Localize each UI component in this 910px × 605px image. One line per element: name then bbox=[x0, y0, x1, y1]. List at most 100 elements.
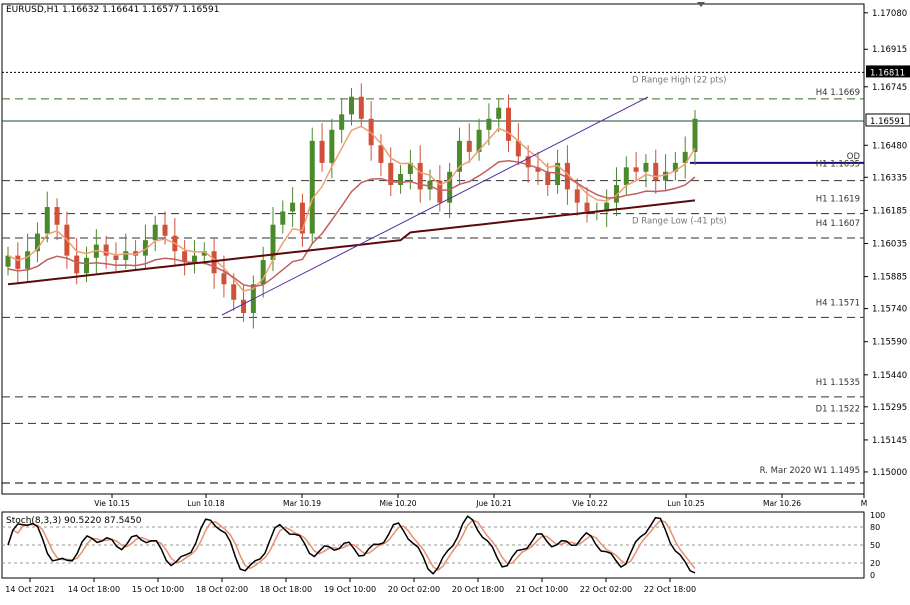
level-label: R. Mar 2020 W1 1.1495 bbox=[760, 466, 860, 476]
candle-body bbox=[545, 171, 551, 185]
x-axis-bottom-label: 19 Oct 10:00 bbox=[324, 585, 376, 594]
price-tick-label: 1.16035 bbox=[872, 239, 907, 249]
price-tick-label: 1.16185 bbox=[872, 206, 907, 216]
chart-root: 1.17080 1.16915 1.16745 1.16480 1.16335 1.161… bbox=[0, 0, 910, 602]
x-axis-top-label: Jue 10.21 bbox=[475, 499, 512, 508]
chart-title: EURUSD,H1 1.16632 1.16641 1.16577 1.1659… bbox=[6, 5, 219, 15]
x-axis-top-label: Mie 10.20 bbox=[379, 499, 416, 508]
candle-body bbox=[15, 255, 21, 269]
x-axis-top-label: Mar 10.26 bbox=[763, 499, 801, 508]
candle-body bbox=[74, 255, 80, 274]
candle-body bbox=[241, 299, 247, 314]
stoch-level-label: 80 bbox=[870, 523, 880, 532]
candle-body bbox=[623, 167, 629, 185]
d-range-high-label: D Range High (22 pts) bbox=[632, 75, 726, 85]
candle-body bbox=[54, 207, 60, 225]
x-axis-bottom-label: 21 Oct 10:00 bbox=[516, 585, 568, 594]
candle-body bbox=[466, 140, 472, 152]
candle-body bbox=[5, 255, 11, 267]
x-axis-top-label: M bbox=[861, 499, 867, 508]
level-label: H1 1.1635 bbox=[816, 160, 860, 170]
ohlc-values: 1.16632 1.16641 1.16577 1.16591 bbox=[62, 5, 220, 15]
candle-body bbox=[574, 189, 580, 203]
level-label: H4 1.1669 bbox=[816, 88, 860, 98]
stochastic-label: Stoch(8,3,3) 90.5220 87.5450 bbox=[6, 516, 142, 526]
price-tick-label: 1.15000 bbox=[872, 468, 907, 478]
x-axis-bottom-label: 14 Oct 2021 bbox=[5, 585, 54, 594]
candle-body bbox=[358, 96, 364, 119]
candle-body bbox=[339, 114, 345, 130]
price-tick-label: 1.16335 bbox=[872, 173, 907, 183]
candle-body bbox=[44, 207, 50, 234]
price-chart[interactable]: 1.17080 1.16915 1.16745 1.16480 1.16335 1.161… bbox=[0, 0, 910, 602]
candle-body bbox=[349, 96, 354, 115]
candle-body bbox=[221, 273, 227, 285]
candle-body bbox=[191, 255, 197, 263]
candle-body bbox=[378, 145, 384, 163]
candle-body bbox=[113, 255, 119, 261]
ema-fast-line bbox=[7, 125, 696, 292]
x-axis-top-label: Lun 10.25 bbox=[667, 499, 705, 508]
x-axis-bottom-label: 20 Oct 18:00 bbox=[452, 585, 504, 594]
candle-body bbox=[290, 202, 296, 212]
candle-body bbox=[103, 244, 109, 256]
x-axis-bottom-label: 18 Oct 02:00 bbox=[196, 585, 248, 594]
x-axis-bottom-label: 14 Oct 18:00 bbox=[68, 585, 120, 594]
candle-body bbox=[152, 224, 158, 241]
candle-body bbox=[280, 211, 286, 225]
price-tick-label: 1.15145 bbox=[872, 436, 907, 446]
trendline bbox=[221, 96, 649, 316]
level-label: H4 1.1607 bbox=[816, 219, 860, 229]
x-axis-top-label: Vie 10.22 bbox=[572, 499, 608, 508]
symbol-label: EURUSD,H1 bbox=[6, 5, 60, 15]
candle-body bbox=[506, 107, 512, 141]
candle-body bbox=[123, 251, 129, 261]
x-axis-top-label: Lun 10.18 bbox=[187, 499, 225, 508]
current-price-tag-label: 1.16591 bbox=[870, 117, 905, 127]
high-price-tag-label: 1.16811 bbox=[870, 68, 905, 78]
price-tick-label: 1.15740 bbox=[872, 305, 907, 315]
candle-body bbox=[584, 202, 590, 212]
price-tick-label: 1.16480 bbox=[872, 141, 907, 151]
candle-body bbox=[496, 107, 502, 119]
candle-body bbox=[84, 257, 90, 274]
candle-body bbox=[427, 180, 433, 190]
x-axis-bottom-label: 20 Oct 02:00 bbox=[388, 585, 440, 594]
candle-body bbox=[162, 224, 168, 236]
candle-body bbox=[653, 162, 659, 181]
ema-mid-line bbox=[7, 159, 696, 288]
level-label: H4 1.1571 bbox=[816, 298, 860, 308]
price-tick-label: 1.15295 bbox=[872, 403, 907, 413]
stoch-level-label: 20 bbox=[870, 559, 880, 568]
d-range-low-label: D Range Low (-41 pts) bbox=[632, 217, 727, 227]
candle-body bbox=[398, 173, 404, 185]
candle-body bbox=[486, 118, 492, 130]
price-tick-label: 1.16745 bbox=[872, 83, 907, 93]
candle-body bbox=[231, 284, 237, 300]
x-axis-top-label: Mar 10.19 bbox=[283, 499, 321, 508]
stoch-level-label: 50 bbox=[870, 541, 880, 550]
level-label: H1 1.1619 bbox=[816, 195, 860, 205]
price-tick-label: 1.15440 bbox=[872, 371, 907, 381]
candle-body bbox=[319, 140, 325, 163]
main-panel-frame bbox=[1, 3, 865, 495]
candle-body bbox=[633, 167, 639, 172]
x-axis-bottom-label: 22 Oct 18:00 bbox=[644, 585, 696, 594]
candle-body bbox=[329, 129, 335, 163]
x-axis-top-label: Vie 10.15 bbox=[94, 499, 130, 508]
price-tick-label: 1.15885 bbox=[872, 273, 907, 283]
price-tick-label: 1.17080 bbox=[872, 9, 907, 19]
x-axis-bottom-label: 15 Oct 10:00 bbox=[132, 585, 184, 594]
price-tick-label: 1.15590 bbox=[872, 338, 907, 348]
ema-slow-line bbox=[7, 199, 696, 286]
candle-body bbox=[25, 251, 31, 269]
x-axis-bottom-label: 22 Oct 02:00 bbox=[580, 585, 632, 594]
level-label: D1 1.1522 bbox=[816, 404, 860, 414]
price-tick-label: 1.16915 bbox=[872, 45, 907, 55]
stoch-level-label: 0 bbox=[870, 571, 875, 580]
candle-body bbox=[692, 118, 698, 152]
candle-body bbox=[309, 140, 315, 234]
x-axis-bottom-label: 18 Oct 18:00 bbox=[260, 585, 312, 594]
candle-body bbox=[663, 171, 669, 181]
candle-body bbox=[643, 162, 649, 172]
